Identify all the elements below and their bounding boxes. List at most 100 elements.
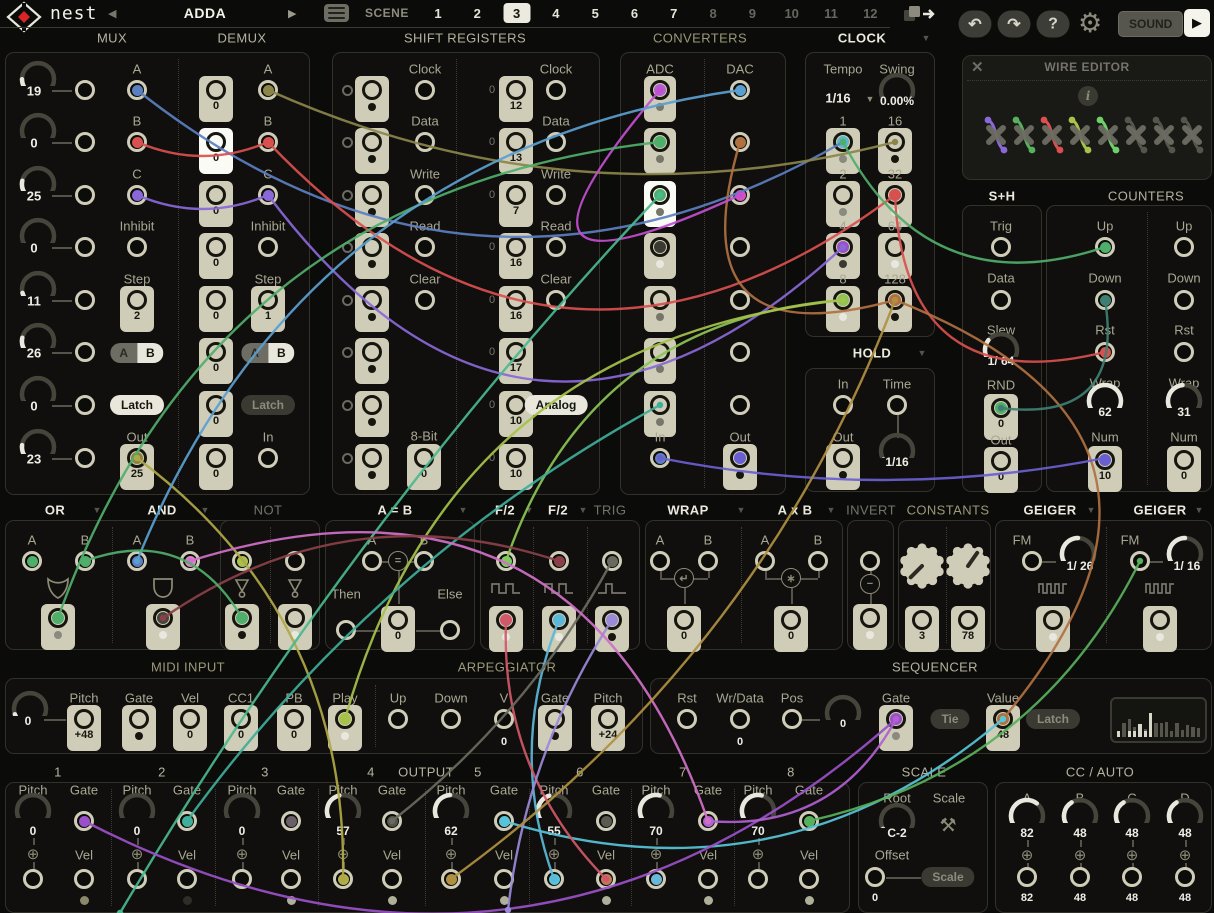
pitch-cv-port[interactable] bbox=[544, 869, 564, 889]
mux-out-port[interactable]: 25 bbox=[120, 444, 154, 490]
sr1-write-port[interactable] bbox=[415, 185, 435, 205]
arp-pitch-port[interactable]: +24 bbox=[591, 705, 625, 751]
sr1-stage-port[interactable] bbox=[355, 338, 389, 384]
sr1-tap-port[interactable] bbox=[342, 453, 353, 464]
gate-port[interactable] bbox=[281, 811, 301, 831]
scene-tab-7[interactable]: 7 bbox=[660, 3, 687, 23]
sr1-tap-port[interactable] bbox=[342, 400, 353, 411]
offset-port[interactable] bbox=[865, 867, 885, 887]
wire-editor-wire-icon[interactable] bbox=[983, 114, 1009, 156]
seq-pos-port[interactable] bbox=[782, 709, 802, 729]
pitch-knob[interactable] bbox=[9, 790, 57, 818]
cc-port[interactable] bbox=[1175, 867, 1195, 887]
wire-editor-wire-icon[interactable] bbox=[1123, 114, 1149, 156]
cc-knob[interactable] bbox=[1161, 795, 1209, 823]
sr2-clock-port[interactable] bbox=[546, 80, 566, 100]
gate-port[interactable] bbox=[494, 811, 514, 831]
input-port[interactable] bbox=[75, 395, 95, 415]
demux-output-port[interactable]: 0 bbox=[199, 76, 233, 122]
pitch-cv-port[interactable] bbox=[127, 869, 147, 889]
counter-up-port[interactable] bbox=[1174, 237, 1194, 257]
sh-trig-port[interactable] bbox=[991, 237, 1011, 257]
wire-editor-wire-icon[interactable] bbox=[1151, 114, 1177, 156]
wire-editor-wire-icon[interactable] bbox=[1179, 114, 1205, 156]
undo-button[interactable]: ↶ bbox=[959, 11, 992, 38]
constant-knob[interactable] bbox=[945, 543, 991, 589]
wrap-out-port[interactable]: 0 bbox=[667, 606, 701, 652]
dropdown-arrow-icon[interactable]: ▼ bbox=[737, 505, 746, 515]
pitch-knob[interactable] bbox=[319, 790, 367, 818]
counter-num-port[interactable]: 0 bbox=[1167, 446, 1201, 492]
dac-bit-port[interactable] bbox=[730, 342, 750, 362]
f2-out-port[interactable] bbox=[542, 606, 576, 652]
geiger-out-port[interactable] bbox=[1036, 606, 1070, 652]
else-port[interactable] bbox=[440, 620, 460, 640]
input-knob[interactable] bbox=[14, 320, 62, 348]
hold-in-port[interactable] bbox=[833, 395, 853, 415]
axb-out-port[interactable]: 0 bbox=[774, 606, 808, 652]
sr1-stage-port[interactable] bbox=[355, 444, 389, 490]
sr1-clear-port[interactable] bbox=[415, 290, 435, 310]
mux-inhibit-port[interactable] bbox=[127, 237, 147, 257]
dropdown-arrow-icon[interactable]: ▼ bbox=[459, 505, 468, 515]
scene-tab-1[interactable]: 1 bbox=[425, 3, 452, 23]
a-b-toggle[interactable]: AB bbox=[110, 343, 163, 363]
preset-next-button[interactable]: ▶ bbox=[288, 7, 296, 20]
wire-editor-wire-icon[interactable] bbox=[1039, 114, 1065, 156]
sound-button[interactable]: SOUND bbox=[1118, 11, 1183, 37]
wire-editor-wire-icon[interactable] bbox=[1067, 114, 1093, 156]
port[interactable] bbox=[180, 551, 200, 571]
scene-tab-10[interactable]: 10 bbox=[778, 3, 805, 23]
scene-tab-6[interactable]: 6 bbox=[621, 3, 648, 23]
adc-in-port[interactable] bbox=[650, 448, 670, 468]
gate-port[interactable] bbox=[698, 811, 718, 831]
redo-button[interactable]: ↷ bbox=[998, 11, 1031, 38]
menu-icon[interactable] bbox=[324, 4, 349, 22]
port[interactable] bbox=[22, 551, 42, 571]
pitch-knob[interactable] bbox=[632, 790, 680, 818]
arp-up-port[interactable] bbox=[388, 709, 408, 729]
sr2-stage-port[interactable]: 10 bbox=[499, 444, 533, 490]
wire-editor-wire-icon[interactable] bbox=[1011, 114, 1037, 156]
or-out-port[interactable] bbox=[41, 604, 75, 650]
demux-output-port[interactable]: 0 bbox=[199, 128, 233, 174]
input-knob[interactable] bbox=[14, 110, 62, 138]
cc-knob[interactable] bbox=[1108, 795, 1156, 823]
constant-knob[interactable] bbox=[899, 543, 945, 589]
tie-button[interactable]: Tie bbox=[930, 709, 969, 729]
geiger-rate-knob[interactable] bbox=[1161, 533, 1209, 561]
cc-port[interactable] bbox=[1070, 867, 1090, 887]
dropdown-arrow-icon[interactable]: ▼ bbox=[201, 505, 210, 515]
sr1-stage-port[interactable] bbox=[355, 233, 389, 279]
cc-knob[interactable] bbox=[1003, 795, 1051, 823]
demux-a-port[interactable] bbox=[258, 80, 278, 100]
sh-data-port[interactable] bbox=[991, 290, 1011, 310]
port[interactable] bbox=[362, 551, 382, 571]
hold-time-port[interactable] bbox=[887, 395, 907, 415]
seq-pos-knob[interactable] bbox=[819, 692, 867, 720]
counter-down-port[interactable] bbox=[1174, 290, 1194, 310]
sr2-stage-port[interactable]: 16 bbox=[499, 233, 533, 279]
vel-port[interactable] bbox=[382, 869, 402, 889]
scene-tab-3[interactable]: 3 bbox=[503, 3, 530, 23]
clock-div-port[interactable] bbox=[878, 286, 912, 332]
port[interactable] bbox=[414, 551, 434, 571]
input-port[interactable] bbox=[75, 185, 95, 205]
dac-bit-port[interactable] bbox=[730, 185, 750, 205]
dropdown-arrow-icon[interactable]: ▼ bbox=[525, 505, 534, 515]
aeqb-out-port[interactable]: 0 bbox=[381, 606, 415, 652]
dac-out-port[interactable] bbox=[723, 444, 757, 490]
adc-bit-port[interactable] bbox=[644, 338, 676, 384]
midi-knob[interactable] bbox=[6, 688, 54, 716]
pitch-knob[interactable] bbox=[218, 790, 266, 818]
arp-v-port[interactable] bbox=[494, 709, 514, 729]
hold-time-knob[interactable] bbox=[873, 430, 921, 458]
demux-latch-button[interactable]: Latch bbox=[241, 395, 295, 415]
port[interactable] bbox=[75, 551, 95, 571]
mux-c-port[interactable] bbox=[127, 185, 147, 205]
demux-b-port[interactable] bbox=[258, 132, 278, 152]
pitch-knob[interactable] bbox=[734, 790, 782, 818]
demux-output-port[interactable]: 0 bbox=[199, 444, 233, 490]
adc-bit-port[interactable] bbox=[644, 76, 676, 122]
scene-tab-5[interactable]: 5 bbox=[582, 3, 609, 23]
